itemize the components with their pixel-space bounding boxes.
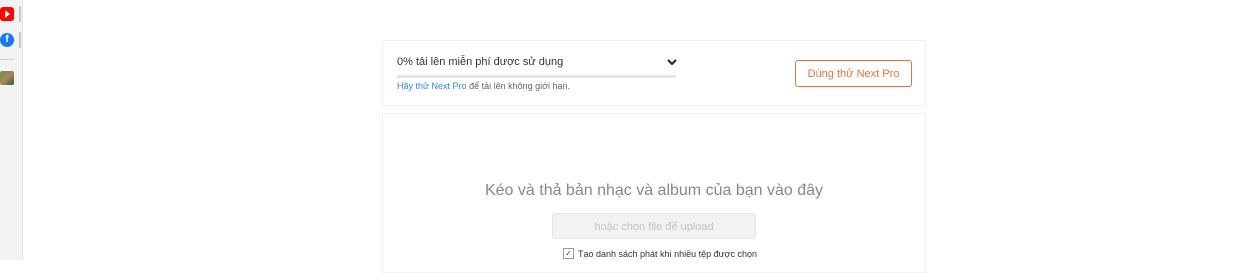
sidebar-divider xyxy=(0,59,14,60)
facebook-icon[interactable]: f xyxy=(0,33,14,47)
playlist-option[interactable]: ✓ Tạo danh sách phát khi nhiều tệp được … xyxy=(563,248,757,259)
quota-progress-bar xyxy=(397,75,676,78)
playlist-checkbox-label: Tạo danh sách phát khi nhiều tệp được ch… xyxy=(578,248,758,259)
choose-file-button[interactable]: hoặc chọn file để upload xyxy=(552,213,756,239)
upload-quota-panel: 0% tải lên miễn phí được sử dụng Hãy thử… xyxy=(382,40,926,106)
playlist-checkbox[interactable]: ✓ xyxy=(563,248,574,259)
try-next-pro-button[interactable]: Dùng thử Next Pro xyxy=(795,60,912,87)
youtube-icon[interactable] xyxy=(0,7,14,21)
quota-title: 0% tải lên miễn phí được sử dụng xyxy=(397,56,564,68)
browser-sidebar: f xyxy=(0,0,23,260)
try-next-pro-link[interactable]: Hãy thử Next Pro xyxy=(397,81,467,91)
quota-hint: Hãy thử Next Pro để tải lên không giới h… xyxy=(397,81,570,91)
sidebar-indicator xyxy=(19,6,21,22)
dropzone-title: Kéo và thả bản nhạc và album của bạn vào… xyxy=(484,182,823,199)
quota-hint-text: để tải lên không giới hạn. xyxy=(466,81,571,91)
upload-dropzone[interactable]: Kéo và thả bản nhạc và album của bạn vào… xyxy=(382,113,926,273)
sidebar-indicator xyxy=(19,32,21,48)
chevron-down-icon[interactable] xyxy=(666,56,678,68)
avatar[interactable] xyxy=(0,71,14,85)
